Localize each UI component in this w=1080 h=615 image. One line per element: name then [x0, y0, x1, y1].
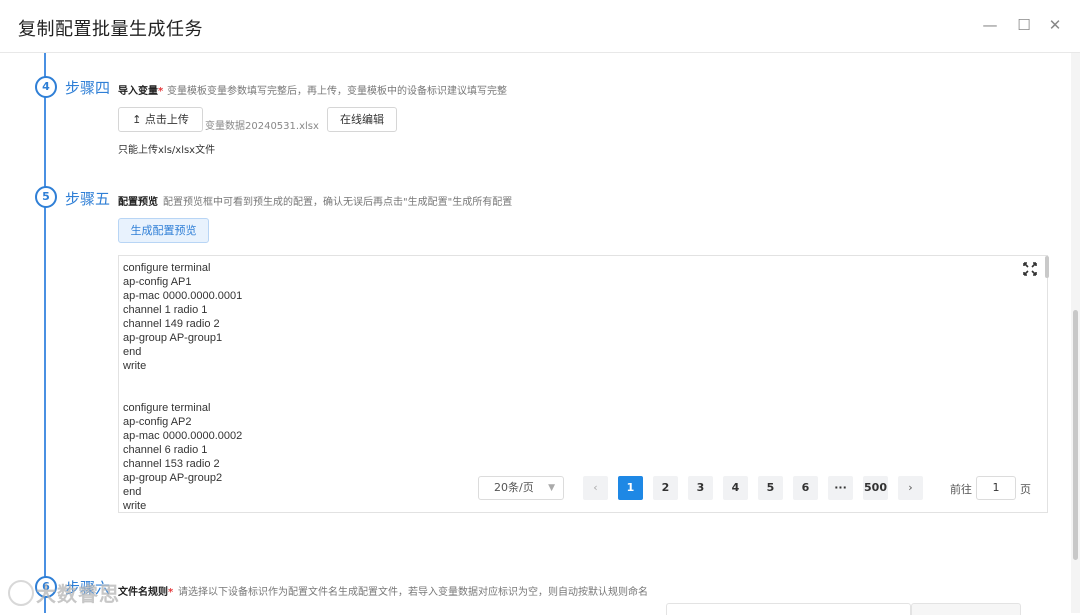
step-5-label: 步骤五: [65, 190, 111, 208]
expand-icon[interactable]: [1021, 262, 1039, 280]
import-variables-description: 变量模板变量参数填写完整后，再上传，变量模板中的设备标识建议填写完整: [167, 86, 507, 97]
uploaded-filename[interactable]: 变量数据20240531.xlsx: [205, 117, 319, 132]
page-ellipsis-button[interactable]: ···: [828, 476, 853, 500]
page-button-2[interactable]: 2: [653, 476, 678, 500]
config-preview-text: configure terminal ap-config AP1 ap-mac …: [123, 262, 243, 512]
config-preview-description: 配置预览框中可看到预生成的配置，确认无误后再点击"生成配置"生成所有配置: [163, 197, 513, 208]
minimize-button[interactable]: —: [979, 14, 1001, 36]
prev-page-button[interactable]: ‹: [583, 476, 608, 500]
goto-label: 前往: [950, 483, 972, 496]
upload-hint: 只能上传xls/xlsx文件: [118, 145, 216, 156]
page-button-6[interactable]: 6: [793, 476, 818, 500]
watermark-text: 大数睿思: [36, 582, 120, 606]
required-mark: *: [168, 587, 174, 598]
page-button-1[interactable]: 1: [618, 476, 643, 500]
upload-button[interactable]: ↥ 点击上传: [118, 107, 203, 132]
maximize-button[interactable]: ☐: [1013, 14, 1035, 36]
step-4-label: 步骤四: [65, 79, 111, 97]
filename-rule-description: 请选择以下设备标识作为配置文件名生成配置文件，若导入变量数据对应标识为空，则自动…: [178, 587, 648, 598]
required-mark: *: [158, 86, 164, 97]
page-size-select[interactable]: 20条/页 ▼: [478, 476, 564, 500]
step-timeline: [44, 53, 46, 613]
page-size-value: 20条/页: [494, 481, 534, 494]
close-button[interactable]: ✕: [1044, 14, 1066, 36]
watermark-logo-icon: [8, 580, 34, 606]
online-edit-button[interactable]: 在线编辑: [327, 107, 397, 132]
title-bar: 复制配置批量生成任务 — ☐ ✕: [0, 0, 1080, 52]
page-button-3[interactable]: 3: [688, 476, 713, 500]
generate-preview-button[interactable]: 生成配置预览: [118, 218, 209, 243]
filename-rule-text: 文件名规则: [118, 587, 168, 598]
dialog-title: 复制配置批量生成任务: [18, 19, 203, 40]
import-variables-text: 导入变量: [118, 86, 158, 97]
page-button-last[interactable]: 500: [863, 476, 888, 500]
title-divider: [0, 52, 1080, 53]
filename-rule-button[interactable]: [911, 603, 1021, 615]
preview-scrollbar[interactable]: [1045, 256, 1049, 278]
upload-button-label: ↥ 点击上传: [132, 113, 189, 126]
next-page-button[interactable]: ›: [898, 476, 923, 500]
config-preview-box[interactable]: configure terminal ap-config AP1 ap-mac …: [118, 255, 1048, 513]
config-preview-label: 配置预览: [118, 197, 158, 208]
page-button-5[interactable]: 5: [758, 476, 783, 500]
step-5-marker: 5: [35, 186, 57, 208]
step-4-marker: 4: [35, 76, 57, 98]
import-variables-label: 导入变量*: [118, 82, 163, 97]
goto-page-input[interactable]: 1: [976, 476, 1016, 500]
filename-rule-input[interactable]: [666, 603, 911, 615]
filename-rule-label: 文件名规则*: [118, 583, 173, 598]
scrollbar-thumb[interactable]: [1073, 310, 1078, 560]
goto-suffix: 页: [1020, 483, 1031, 496]
expand-icon-graphic: [1023, 262, 1037, 276]
page-button-4[interactable]: 4: [723, 476, 748, 500]
chevron-down-icon: ▼: [548, 483, 555, 493]
